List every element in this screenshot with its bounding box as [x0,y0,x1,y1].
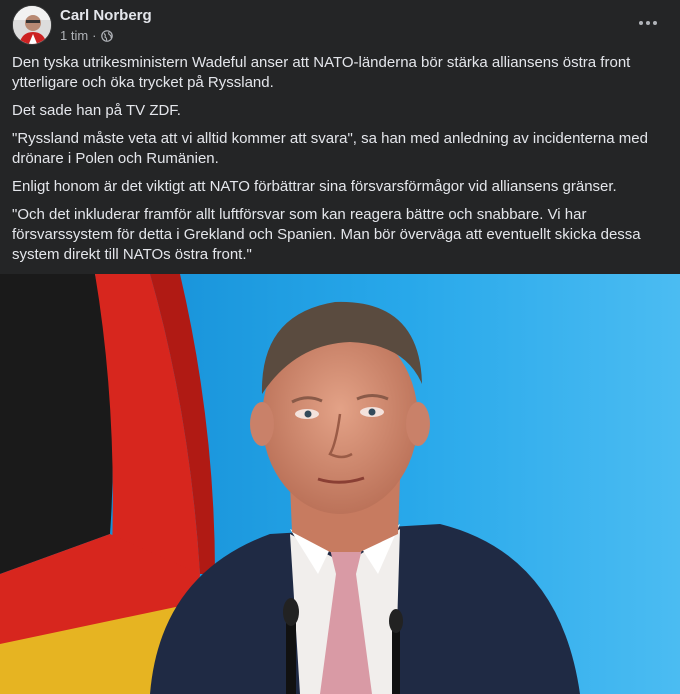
post-paragraph: "Ryssland måste veta att vi alltid komme… [12,130,648,167]
post-timestamp[interactable]: 1 tim [60,28,88,43]
post-meta: 1 tim · [60,28,113,43]
more-options-icon [639,21,643,25]
post-photo[interactable] [0,274,680,694]
post-header: Carl Norberg 1 tim · [12,5,668,45]
facebook-post: Carl Norberg 1 tim · Den tyska utrikesmi… [0,0,680,694]
meta-separator: · [92,28,97,43]
post-paragraph: Enligt honom är det viktigt att NATO för… [12,178,617,195]
more-options-dot [646,21,650,25]
more-options-button[interactable] [634,9,662,37]
globe-icon[interactable] [100,29,113,42]
post-paragraph: Den tyska utrikesministern Wadeful anser… [12,54,631,91]
author-name[interactable]: Carl Norberg [60,7,152,24]
post-paragraph: Det sade han på TV ZDF. [12,102,181,119]
author-avatar[interactable] [12,5,52,45]
post-paragraph: "Och det inkluderar framför allt luftför… [12,206,641,263]
avatar-image [13,6,51,44]
post-text: Den tyska utrikesministern Wadeful anser… [12,53,662,273]
more-options-dot [653,21,657,25]
photo-image [0,274,680,694]
